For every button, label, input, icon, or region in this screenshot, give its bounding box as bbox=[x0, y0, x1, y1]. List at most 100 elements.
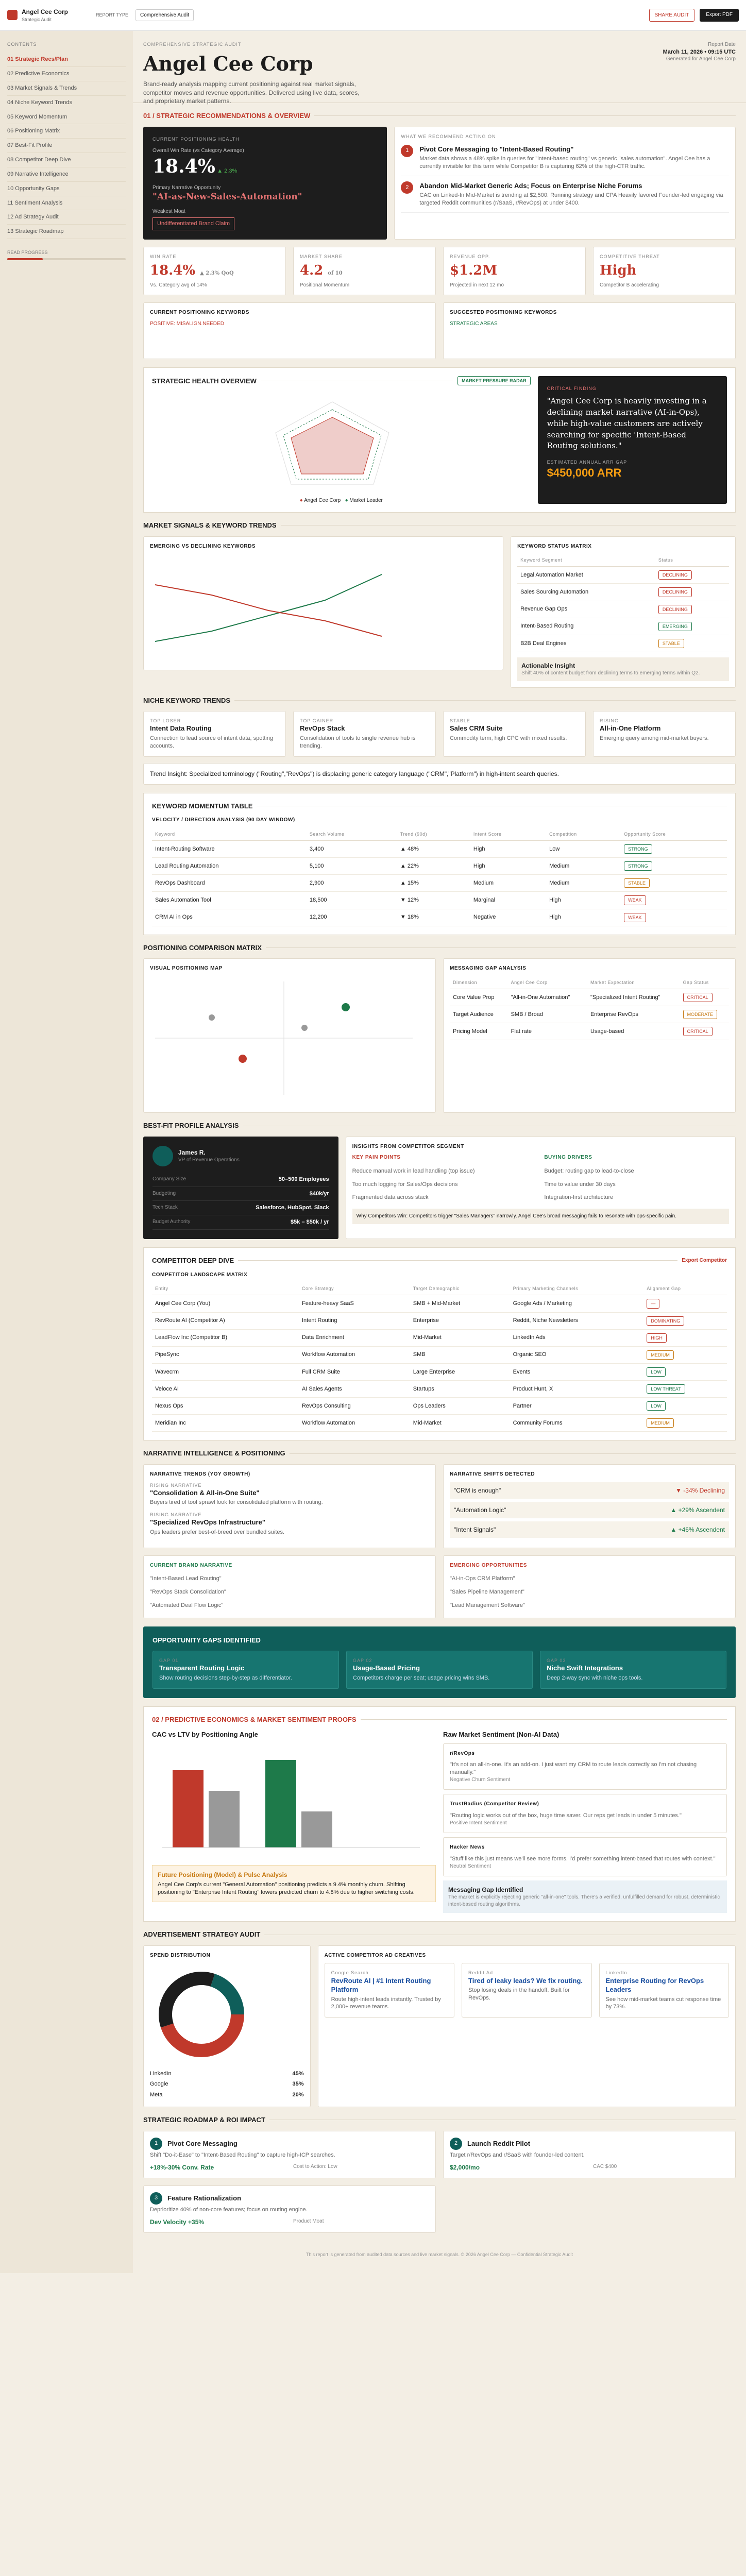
status-row: Intent-Based Routing EMERGING bbox=[517, 618, 729, 635]
table-cell: High bbox=[470, 840, 547, 858]
table-cell: ▼ 12% bbox=[397, 891, 470, 909]
roadmap-kpi2: Product Moat bbox=[293, 2218, 324, 2224]
table-cell: RevRoute AI (Competitor A) bbox=[152, 1312, 299, 1330]
opp-narrative: EMERGING OPPORTUNITIES "AI-in-Ops CRM Pla… bbox=[443, 1555, 736, 1618]
share-button[interactable]: SHARE AUDIT bbox=[649, 8, 695, 22]
status-row: Revenue Gap Ops DECLINING bbox=[517, 601, 729, 618]
table-cell: ▲ 15% bbox=[397, 874, 470, 892]
sidebar-item[interactable]: 02 Predictive Economics bbox=[7, 67, 126, 81]
kpi-sub: Projected in next 12 mo bbox=[450, 282, 504, 288]
sidebar-item[interactable]: 07 Best-Fit Profile bbox=[7, 139, 126, 154]
roadmap-number: 3 bbox=[150, 2192, 162, 2205]
gap-label: GAP 03 bbox=[547, 1658, 566, 1664]
moat-label: Weakest Moat bbox=[152, 209, 185, 215]
hero-eyebrow: COMPREHENSIVE STRATEGIC AUDIT bbox=[143, 42, 242, 47]
export-competitor-link[interactable]: Export Competitor bbox=[682, 1257, 727, 1264]
shift-value: ▲ +29% Ascendent bbox=[670, 1506, 725, 1514]
section-title: 01 / STRATEGIC RECOMMENDATIONS & OVERVIE… bbox=[143, 112, 311, 120]
sidebar-item[interactable]: 08 Competitor Deep Dive bbox=[7, 153, 126, 167]
roadmap-title: Launch Reddit Pilot bbox=[467, 2139, 531, 2147]
sidebar-item[interactable]: 12 Ad Strategy Audit bbox=[7, 210, 126, 225]
meta-value: March 11, 2026 • 09:15 UTC bbox=[663, 48, 736, 55]
sidebar-item[interactable]: 05 Keyword Momentum bbox=[7, 110, 126, 125]
table-cell: Workflow Automation bbox=[298, 1346, 410, 1364]
status-cell: Intent-Based Routing bbox=[517, 618, 655, 635]
table-cell: Intent Routing bbox=[298, 1312, 410, 1330]
logo-icon bbox=[7, 10, 18, 21]
sidebar-item[interactable]: 06 Positioning Matrix bbox=[7, 124, 126, 139]
roadmap-kpi1: Dev Velocity +35% bbox=[150, 2218, 205, 2226]
sidebar-item[interactable]: 10 Opportunity Gaps bbox=[7, 182, 126, 196]
shift-value: ▲ +46% Ascendent bbox=[670, 1526, 725, 1533]
sidebar-item[interactable]: 13 Strategic Roadmap bbox=[7, 225, 126, 240]
status-badge: EMERGING bbox=[658, 621, 692, 631]
persona-val: Salesforce, HubSpot, Slack bbox=[256, 1205, 329, 1211]
table-cell: Medium bbox=[470, 874, 547, 892]
table-cell: ▼ 18% bbox=[397, 909, 470, 926]
column-header: Primary Marketing Channels bbox=[510, 1282, 644, 1296]
recs-title: WHAT WE RECOMMEND ACTING ON bbox=[401, 133, 496, 139]
spend-card: SPEND DISTRIBUTION LinkedIn 45% Google 35% M… bbox=[143, 1945, 311, 2108]
report-type-select[interactable]: Comprehensive Audit bbox=[135, 9, 194, 22]
table-cell: Veloce AI bbox=[152, 1380, 299, 1398]
gap-desc: Show routing decisions step-by-step as d… bbox=[159, 1674, 292, 1681]
niche-card: TOP LOSER Intent Data Routing Connection t… bbox=[143, 711, 286, 757]
rec-title: Abandon Mid-Market Generic Ads; Focus on… bbox=[419, 181, 642, 190]
status-cell: DECLINING bbox=[655, 601, 729, 618]
table-row: Nexus Ops RevOps Consulting Ops Leaders Par… bbox=[152, 1397, 727, 1415]
table-cell: Medium bbox=[546, 857, 621, 875]
table-cell: AI Sales Agents bbox=[298, 1380, 410, 1398]
table-cell: LOW bbox=[643, 1397, 727, 1415]
table-cell: WEAK bbox=[621, 891, 727, 909]
table-cell: SMB / Broad bbox=[507, 1006, 587, 1024]
pain-item: Reduce manual work in lead handling (top… bbox=[352, 1167, 475, 1174]
table-row: Meridian Inc Workflow Automation Mid-Marke… bbox=[152, 1414, 727, 1432]
export-button[interactable]: Export PDF bbox=[700, 8, 739, 22]
table-row: RevOps Dashboard 2,900 ▲ 15% Medium Medium ST… bbox=[152, 874, 727, 892]
column-header: Opportunity Score bbox=[621, 827, 727, 841]
table-cell: Lead Routing Automation bbox=[152, 857, 307, 875]
emerging-chart-card: EMERGING VS DECLINING KEYWORDS bbox=[143, 536, 504, 670]
persona-name: James R. bbox=[178, 1148, 206, 1156]
rec-body: Abandon Mid-Market Generic Ads; Focus on… bbox=[419, 181, 729, 207]
sidebar-item[interactable]: 03 Market Signals & Trends bbox=[7, 81, 126, 96]
persona-row: Budget Authority $5k – $50k / yr bbox=[152, 1215, 329, 1230]
current-keywords-title: CURRENT POSITIONING KEYWORDS bbox=[150, 310, 249, 316]
sidebar-item[interactable]: 11 Sentiment Analysis bbox=[7, 196, 126, 211]
rec-desc: Market data shows a 48% spike in queries… bbox=[419, 156, 710, 170]
section-gaps: OPPORTUNITY GAPS IDENTIFIED GAP 01 Transp… bbox=[143, 1626, 736, 1698]
roadmap-desc: Target r/RevOps and r/SaaS with founder-… bbox=[450, 2151, 585, 2158]
legend-name: Meta bbox=[150, 2092, 163, 2098]
table-cell: ▲ 22% bbox=[397, 857, 470, 875]
sidebar-item[interactable]: 04 Niche Keyword Trends bbox=[7, 96, 126, 110]
niche-title: NICHE KEYWORD TRENDS bbox=[143, 696, 231, 704]
ad-headline: Enterprise Routing for RevOps Leaders bbox=[605, 1976, 704, 1994]
niche-card: RISING All-in-One Platform Emerging query … bbox=[593, 711, 736, 757]
kpi-label: MARKET SHARE bbox=[300, 253, 343, 259]
section-roadmap: STRATEGIC ROADMAP & ROI IMPACT 1 Pivot Co… bbox=[143, 2115, 736, 2233]
niche-label: TOP GAINER bbox=[300, 718, 334, 724]
narrative-left-title: NARRATIVE TRENDS (YOY GROWTH) bbox=[150, 1471, 250, 1478]
shift-value: ▼ -34% Declining bbox=[675, 1486, 725, 1494]
emerging-title: EMERGING VS DECLINING KEYWORDS bbox=[150, 543, 256, 549]
messaging-gap-desc: The market is explicitly rejecting gener… bbox=[448, 1894, 720, 1907]
narrative-title: NARRATIVE INTELLIGENCE & POSITIONING bbox=[143, 1449, 285, 1458]
table-cell: Events bbox=[510, 1363, 644, 1381]
sidebar-item[interactable]: 01 Strategic Recs/Plan bbox=[7, 53, 126, 67]
ad-creative[interactable]: LinkedIn Enterprise Routing for RevOps Le… bbox=[599, 1963, 729, 2018]
health-card: CURRENT POSITIONING HEALTH Overall Win R… bbox=[143, 126, 387, 240]
status-row: Sales Sourcing Automation DECLINING bbox=[517, 583, 729, 601]
status-badge: MEDIUM bbox=[647, 1418, 674, 1428]
status-badge: STABLE bbox=[624, 878, 650, 888]
ad-creative[interactable]: Google Search RevRoute AI | #1 Intent Rou… bbox=[324, 1963, 455, 2018]
arr-label: ESTIMATED ANNUAL ARR GAP bbox=[547, 460, 628, 465]
status-badge: DOMINATING bbox=[647, 1316, 685, 1326]
status-badge: CRITICAL bbox=[683, 1027, 713, 1037]
narrative-value: "AI-as-New-Sales-Automation" bbox=[152, 192, 302, 202]
narrative-label: RISING NARRATIVE bbox=[150, 1482, 202, 1488]
status-cell: B2B Deal Engines bbox=[517, 635, 655, 653]
sidebar-item[interactable]: 09 Narrative Intelligence bbox=[7, 167, 126, 182]
ad-creative[interactable]: Reddit Ad Tired of leaky leads? We fix ro… bbox=[462, 1963, 592, 2018]
ad-desc: Route high-intent leads instantly. Trust… bbox=[331, 1996, 441, 2010]
narrative-item: RISING NARRATIVE "Consolidation & All-in-… bbox=[150, 1482, 429, 1507]
